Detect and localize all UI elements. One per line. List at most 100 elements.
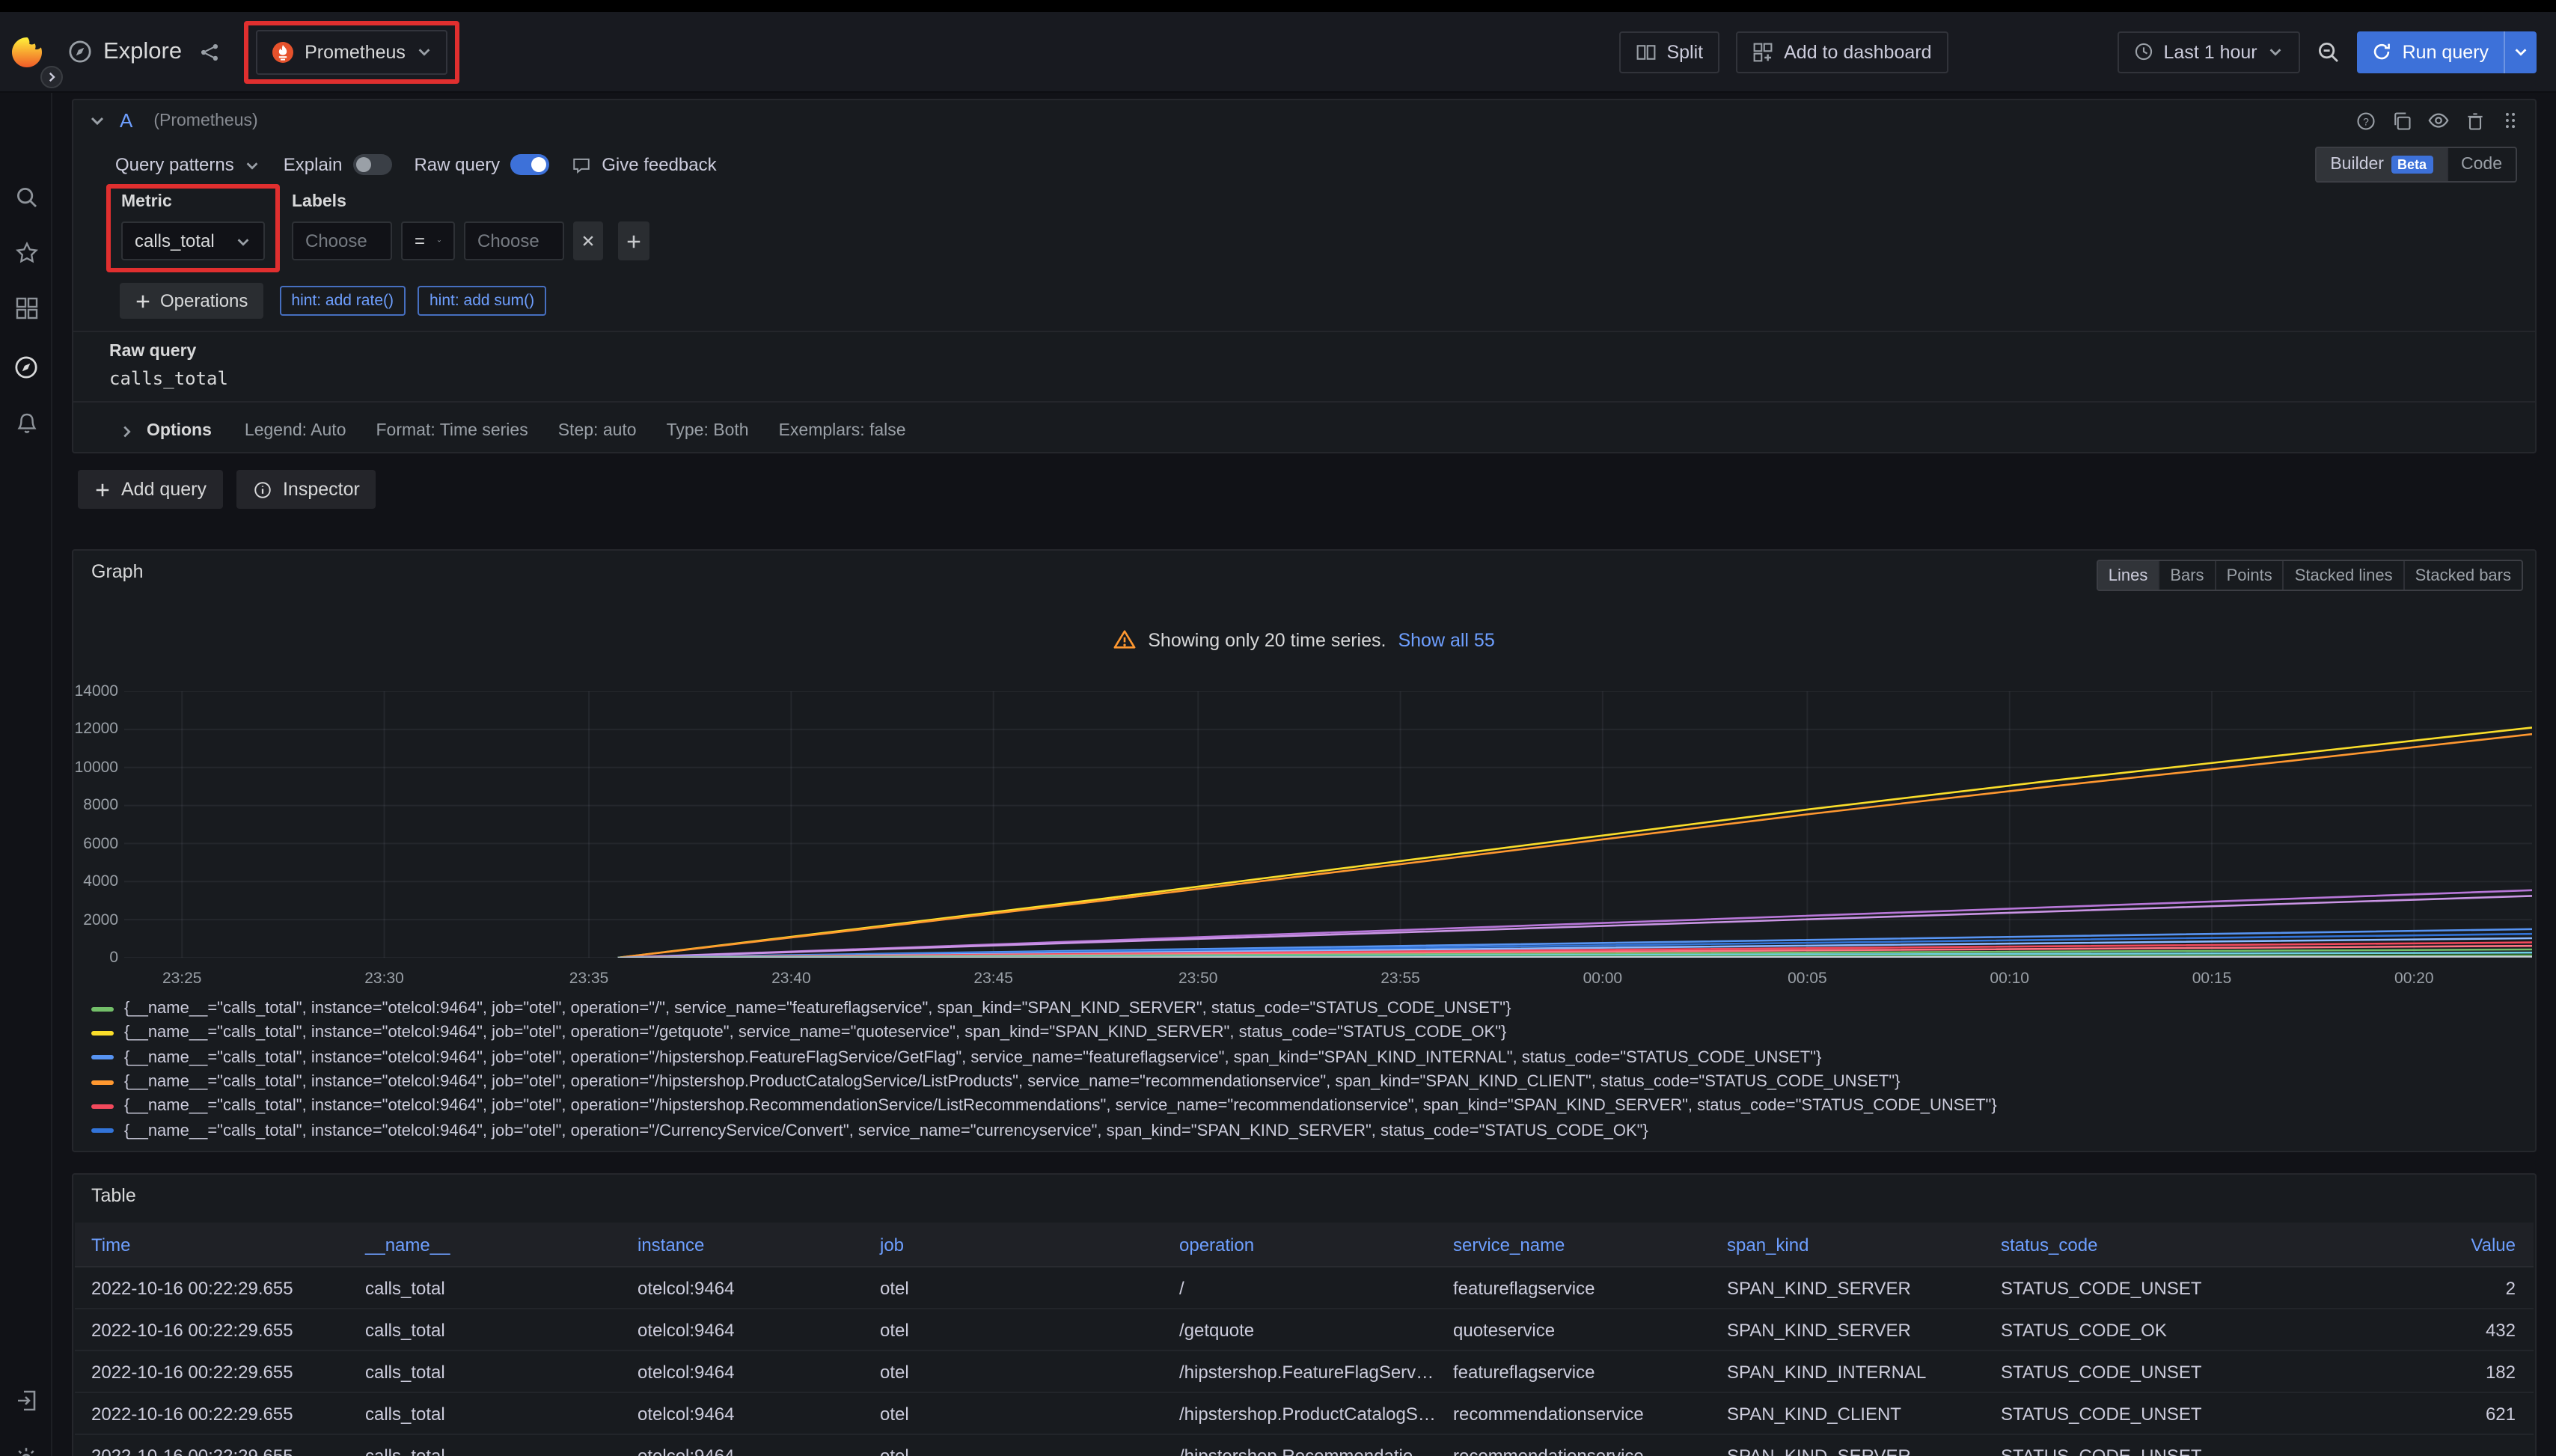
time-range-label: Last 1 hour [2164, 41, 2257, 62]
graph-mode-stacked-bars[interactable]: Stacked bars [2403, 561, 2522, 591]
time-series-plot[interactable] [124, 691, 2532, 958]
legend-item[interactable]: {__name__="calls_total", instance="otelc… [73, 997, 2526, 1021]
show-all-series-link[interactable]: Show all 55 [1398, 629, 1494, 650]
datasource-picker-wrap: Prometheus [255, 29, 447, 74]
run-query-button[interactable]: Run query [2358, 31, 2537, 73]
metric-field: Metric calls_total [121, 193, 265, 260]
graph-panel-title: Graph [91, 561, 144, 582]
label-value-select[interactable]: Choose [464, 221, 564, 260]
table-header-operation[interactable]: operation [1163, 1223, 1437, 1267]
query-options-row[interactable]: Options Legend: AutoFormat: Time seriesS… [118, 412, 2517, 450]
zoom-out-button[interactable] [2317, 40, 2341, 64]
table-header-instance[interactable]: instance [621, 1223, 863, 1267]
table-header-service_name[interactable]: service_name [1437, 1223, 1710, 1267]
explain-toggle[interactable] [352, 154, 391, 175]
y-axis-label: 2000 [73, 911, 118, 929]
y-axis-label: 0 [73, 949, 118, 967]
option-summary-item: Legend: Auto [245, 422, 346, 440]
add-to-dashboard-label: Add to dashboard [1784, 41, 1931, 62]
navbar-actions: Split Add to dashboard Last 1 hour Run q… [1618, 12, 2537, 91]
raw-query-toggle[interactable] [510, 154, 549, 175]
raw-query-section: Raw query calls_total [73, 331, 2535, 403]
grafana-logo[interactable] [0, 34, 52, 70]
labels-field: Labels Choose = Choose [292, 193, 649, 260]
table-cell: /hipstershop.ProductCatalogService/ListP… [1163, 1393, 1437, 1435]
operations-button[interactable]: Operations [120, 283, 263, 319]
legend-item[interactable]: {__name__="calls_total", instance="otelc… [73, 1119, 2526, 1143]
table-cell: STATUS_CODE_UNSET [1984, 1267, 2228, 1309]
dashboards-icon[interactable] [0, 296, 52, 320]
table-cell: featureflagservice [1437, 1351, 1710, 1393]
top-strip [0, 0, 2556, 12]
metric-select[interactable]: calls_total [121, 221, 265, 260]
chevron-down-icon [2513, 43, 2529, 60]
table-cell: SPAN_KIND_SERVER [1710, 1309, 1984, 1351]
explore-icon[interactable] [0, 355, 52, 380]
run-query-dropdown[interactable] [2504, 31, 2537, 73]
table-cell: / [1163, 1267, 1437, 1309]
y-axis-label: 12000 [73, 721, 118, 738]
add-to-dashboard-button[interactable]: Add to dashboard [1736, 31, 1948, 73]
graph-mode-bars[interactable]: Bars [2158, 561, 2214, 591]
graph-mode-points[interactable]: Points [2215, 561, 2283, 591]
query-hint-1[interactable]: hint: add sum() [418, 286, 546, 316]
sign-in-icon[interactable] [0, 1389, 52, 1413]
comment-icon [572, 155, 591, 174]
graph-mode-lines[interactable]: Lines [2098, 561, 2159, 591]
legend-item[interactable]: {__name__="calls_total", instance="otelc… [73, 1021, 2526, 1046]
eye-icon[interactable] [2427, 109, 2450, 132]
drag-handle-icon[interactable] [2501, 111, 2520, 130]
run-query-main[interactable]: Run query [2358, 31, 2504, 73]
table-header-job[interactable]: job [863, 1223, 1163, 1267]
sidebar-expand-button[interactable] [40, 66, 63, 88]
table-header-span_kind[interactable]: span_kind [1710, 1223, 1984, 1267]
starred-icon[interactable] [0, 241, 52, 265]
builder-mode-button[interactable]: Builder Beta [2317, 148, 2446, 181]
split-button[interactable]: Split [1618, 31, 1719, 73]
code-mode-button[interactable]: Code [2446, 148, 2516, 181]
inspector-button[interactable]: Inspector [236, 470, 376, 509]
time-range-picker[interactable]: Last 1 hour [2118, 31, 2301, 73]
table-cell: SPAN_KIND_SERVER [1710, 1267, 1984, 1309]
table-cell: otelcol:9464 [621, 1267, 863, 1309]
split-icon [1635, 41, 1656, 62]
add-query-label: Add query [121, 479, 207, 500]
legend-item[interactable]: {__name__="calls_total", instance="otelc… [73, 1045, 2526, 1070]
query-row-header[interactable]: A (Prometheus) ? [73, 100, 2535, 141]
raw-query-text: calls_total [109, 368, 2535, 389]
table-header-value[interactable]: Value [2228, 1223, 2534, 1267]
add-label-filter-button[interactable] [618, 221, 649, 260]
graph-mode-stacked-lines[interactable]: Stacked lines [2283, 561, 2403, 591]
query-patterns-dropdown[interactable]: Query patterns [115, 154, 261, 175]
give-feedback-link[interactable]: Give feedback [572, 154, 716, 175]
results-table: Time__name__instancejoboperationservice_… [75, 1223, 2534, 1456]
collapse-chevron-icon[interactable] [88, 111, 106, 129]
table-cell: 2022-10-16 00:22:29.655 [75, 1351, 349, 1393]
settings-gear-icon[interactable] [0, 1446, 52, 1456]
table-panel-title: Table [91, 1185, 136, 1206]
grafana-logo-icon [8, 34, 44, 70]
legend-item[interactable]: {__name__="calls_total", instance="otelc… [73, 1094, 2526, 1119]
label-name-select[interactable]: Choose [292, 221, 392, 260]
table-header-status_code[interactable]: status_code [1984, 1223, 2228, 1267]
label-operator-select[interactable]: = [401, 221, 455, 260]
remove-label-filter-button[interactable] [573, 221, 603, 260]
trash-icon[interactable] [2465, 110, 2486, 131]
legend-series-label: {__name__="calls_total", instance="otelc… [124, 1073, 1901, 1091]
x-axis-label: 00:15 [2192, 970, 2232, 988]
search-icon[interactable] [0, 186, 52, 209]
y-axis-label: 14000 [73, 682, 118, 700]
legend-series-marker [91, 1104, 114, 1109]
help-circle-icon[interactable]: ? [2355, 110, 2376, 131]
table-header-__name__[interactable]: __name__ [349, 1223, 621, 1267]
query-hint-0[interactable]: hint: add rate() [279, 286, 406, 316]
datasource-picker[interactable]: Prometheus [255, 29, 447, 74]
share-icon[interactable] [198, 41, 219, 62]
legend-item[interactable]: {__name__="calls_total", instance="otelc… [73, 1070, 2526, 1095]
explain-label: Explain [284, 154, 343, 175]
copy-icon[interactable] [2391, 110, 2412, 131]
add-query-button[interactable]: Add query [78, 470, 223, 509]
explore-compass-icon [67, 39, 93, 64]
table-header-time[interactable]: Time [75, 1223, 349, 1267]
alerting-bell-icon[interactable] [0, 412, 52, 435]
